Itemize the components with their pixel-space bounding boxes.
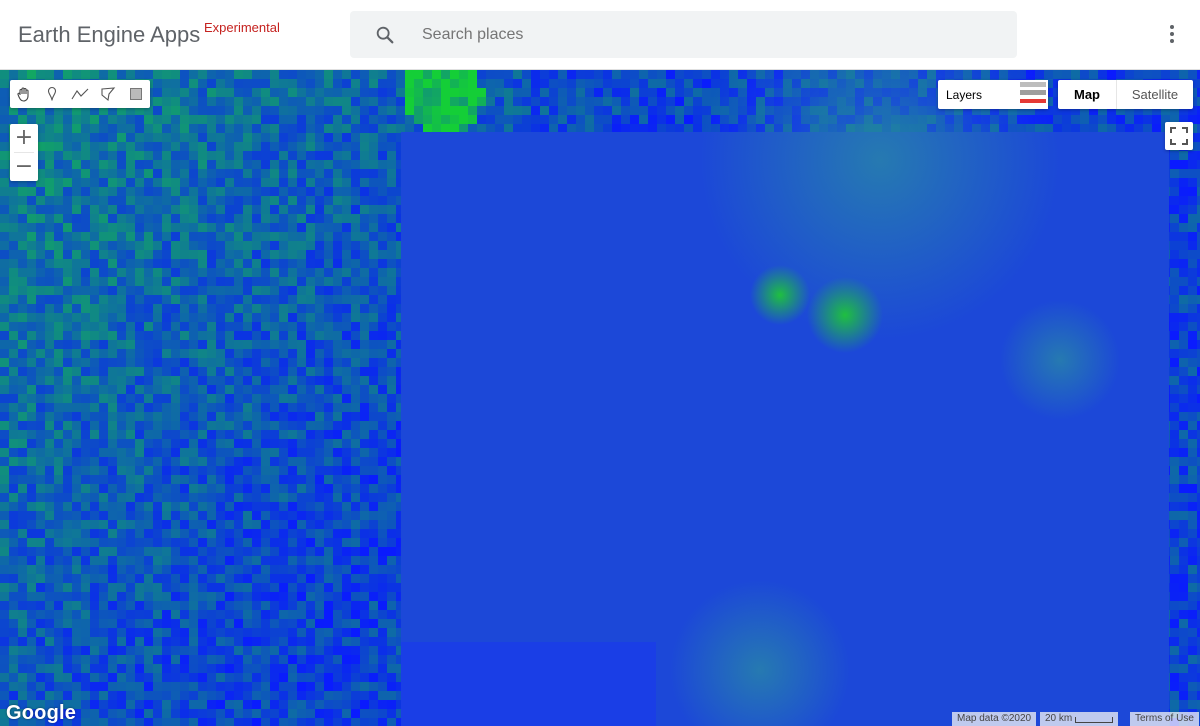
more-vert-icon <box>1170 25 1174 29</box>
map-data-attribution: Map data ©2020 <box>952 712 1037 726</box>
search-icon <box>376 26 394 44</box>
experimental-tag: Experimental <box>204 20 280 35</box>
terms-of-use-link[interactable]: Terms of Use <box>1130 712 1199 726</box>
rectangle-icon <box>130 88 142 100</box>
app-bar: Earth Engine Apps Experimental <box>0 0 1200 70</box>
hand-icon <box>17 87 29 102</box>
map-canvas[interactable]: + − Layers Map Satellite Google Map data… <box>0 70 1200 726</box>
scale-bar: 20 km <box>1040 712 1118 726</box>
marker-tool-button[interactable] <box>42 84 62 104</box>
drawing-toolbar <box>10 80 150 108</box>
rectangle-tool-button[interactable] <box>126 84 146 104</box>
map-type-satellite-button[interactable]: Satellite <box>1117 80 1193 109</box>
map-type-map-button[interactable]: Map <box>1058 80 1117 109</box>
zoom-control: + − <box>10 124 38 181</box>
layers-label: Layers <box>946 88 983 102</box>
app-title: Earth Engine Apps <box>18 22 201 47</box>
google-logo: Google <box>6 702 77 724</box>
map-type-control: Map Satellite <box>1058 80 1193 109</box>
fullscreen-icon <box>1170 127 1188 145</box>
scale-label: 20 km <box>1045 713 1073 724</box>
marker-icon <box>47 86 57 101</box>
layers-icon <box>1018 80 1048 109</box>
fullscreen-button[interactable] <box>1165 122 1193 150</box>
polyline-icon <box>71 88 89 100</box>
hand-tool-button[interactable] <box>14 84 34 104</box>
more-options-button[interactable] <box>1160 22 1184 48</box>
zoom-in-button[interactable]: + <box>10 124 38 152</box>
polygon-tool-button[interactable] <box>98 84 118 104</box>
polygon-icon <box>101 87 116 102</box>
scale-bar-line <box>1075 717 1113 723</box>
search-input[interactable] <box>410 11 990 58</box>
zoom-out-button[interactable]: − <box>10 153 38 181</box>
polyline-tool-button[interactable] <box>70 84 90 104</box>
search-box[interactable] <box>350 11 1017 58</box>
ndvi-heatmap-layer <box>0 70 1200 726</box>
layers-dropdown[interactable]: Layers <box>938 80 1048 109</box>
